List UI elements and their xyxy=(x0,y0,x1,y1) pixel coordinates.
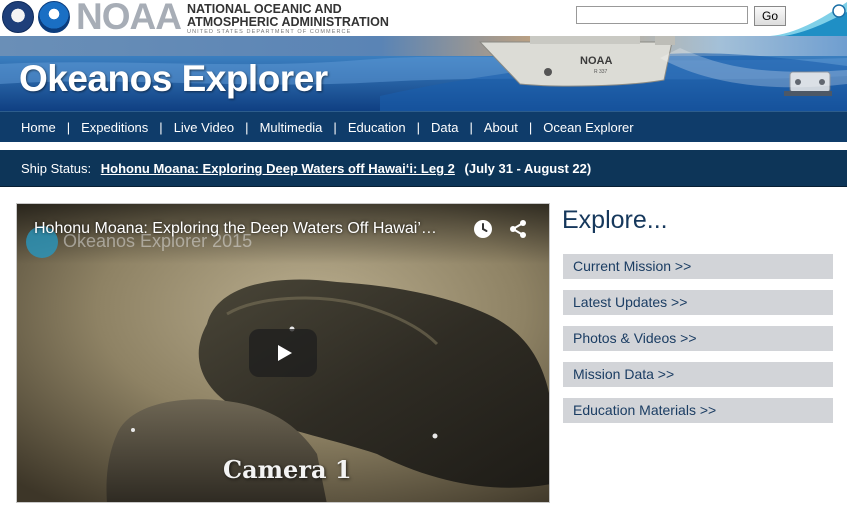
ship-status-row: Ship Status: Hohonu Moana: Exploring Dee… xyxy=(21,161,591,176)
site-title[interactable]: Okeanos Explorer xyxy=(19,58,328,100)
agency-department: UNITED STATES DEPARTMENT OF COMMERCE xyxy=(187,29,352,35)
explore-current-mission-link[interactable]: Current Mission >> xyxy=(563,254,833,279)
nav-separator: | xyxy=(469,119,473,135)
nav-separator: | xyxy=(333,119,337,135)
current-mission-link[interactable]: Hohonu Moana: Exploring Deep Waters off … xyxy=(101,161,455,176)
nav-item-live-video[interactable]: Live Video xyxy=(174,120,234,135)
explore-photos-videos-link[interactable]: Photos & Videos >> xyxy=(563,326,833,351)
ship-status-label: Ship Status: xyxy=(21,161,92,176)
explore-heading: Explore... xyxy=(562,206,668,234)
noaa-wordmark[interactable]: NOAA xyxy=(76,0,182,37)
search-input[interactable] xyxy=(576,6,748,24)
svg-text:NOAA: NOAA xyxy=(580,55,612,67)
nav-item-home[interactable]: Home xyxy=(21,120,56,135)
nav-item-data[interactable]: Data xyxy=(431,120,458,135)
nav-separator: | xyxy=(159,119,163,135)
share-icon[interactable] xyxy=(508,219,528,239)
nav-item-multimedia[interactable]: Multimedia xyxy=(260,120,323,135)
video-player[interactable]: Okeanos Explorer 2015 Hohonu Moana: Expl… xyxy=(16,203,550,503)
nav-separator: | xyxy=(528,119,533,135)
site-banner: NOAA R 337 Okeanos Explorer xyxy=(0,36,847,111)
agency-name-line2[interactable]: ATMOSPHERIC ADMINISTRATION xyxy=(187,16,389,29)
nav-item-expeditions[interactable]: Expeditions xyxy=(81,120,148,135)
camera-label: Camera 1 xyxy=(223,455,352,484)
nav-item-education[interactable]: Education xyxy=(348,120,406,135)
svg-text:R 337: R 337 xyxy=(594,69,608,75)
clock-icon[interactable] xyxy=(473,219,493,239)
noaa-seal-icon[interactable] xyxy=(38,1,70,33)
nav-item-about[interactable]: About xyxy=(484,120,518,135)
noaa-header: NOAA NATIONAL OCEANIC AND ATMOSPHERIC AD… xyxy=(0,0,847,37)
nav-item-ocean-explorer[interactable]: Ocean Explorer xyxy=(543,120,633,135)
nav-list: Home | Expeditions | Live Video | Multim… xyxy=(0,112,847,142)
play-icon xyxy=(278,345,292,361)
mission-dates: (July 31 - August 22) xyxy=(464,161,592,176)
explore-mission-data-link[interactable]: Mission Data >> xyxy=(563,362,833,387)
nav-separator: | xyxy=(416,119,421,135)
commerce-seal-icon[interactable] xyxy=(2,1,34,33)
explore-education-materials-link[interactable]: Education Materials >> xyxy=(563,398,833,423)
corner-wave-graphic xyxy=(770,2,847,36)
video-title[interactable]: Hohonu Moana: Exploring the Deep Waters … xyxy=(34,220,437,238)
nav-separator: | xyxy=(66,119,71,135)
nav-separator: | xyxy=(245,119,249,135)
main-nav: Home | Expeditions | Live Video | Multim… xyxy=(0,111,847,142)
explore-latest-updates-link[interactable]: Latest Updates >> xyxy=(563,290,833,315)
play-button[interactable] xyxy=(249,329,317,377)
ship-status-bar: Ship Status: Hohonu Moana: Exploring Dee… xyxy=(0,150,847,187)
